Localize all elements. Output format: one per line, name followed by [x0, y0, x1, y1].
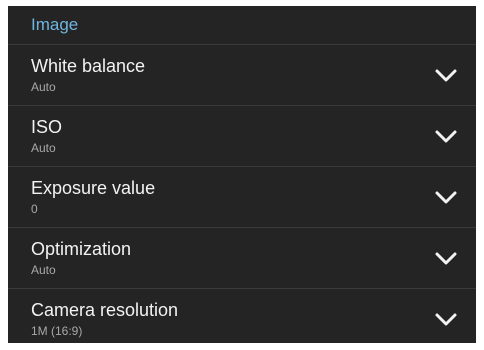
setting-label: Camera resolution [31, 300, 179, 320]
chevron-down-icon[interactable] [434, 248, 458, 268]
chevron-down-icon[interactable] [434, 65, 458, 85]
setting-camera-resolution[interactable]: Camera resolution 1M (16:9) [8, 289, 476, 343]
setting-label: ISO [31, 117, 63, 137]
setting-label: White balance [31, 56, 146, 76]
chevron-down-icon[interactable] [434, 309, 458, 329]
setting-optimization[interactable]: Optimization Auto [8, 228, 476, 289]
setting-iso[interactable]: ISO Auto [8, 106, 476, 167]
camera-settings-panel: Image White balance Auto ISO Auto Exposu… [8, 6, 476, 343]
chevron-down-icon[interactable] [434, 126, 458, 146]
section-header-image: Image [8, 6, 476, 45]
setting-label: Exposure value [31, 178, 156, 198]
setting-exposure-value[interactable]: Exposure value 0 [8, 167, 476, 228]
setting-value: 1M (16:9) [31, 324, 83, 338]
setting-value: Auto [31, 80, 56, 94]
chevron-down-icon[interactable] [434, 187, 458, 207]
setting-value: Auto [31, 263, 56, 277]
setting-white-balance[interactable]: White balance Auto [8, 45, 476, 106]
setting-label: Optimization [31, 239, 132, 259]
setting-value: 0 [31, 202, 38, 216]
setting-value: Auto [31, 141, 56, 155]
